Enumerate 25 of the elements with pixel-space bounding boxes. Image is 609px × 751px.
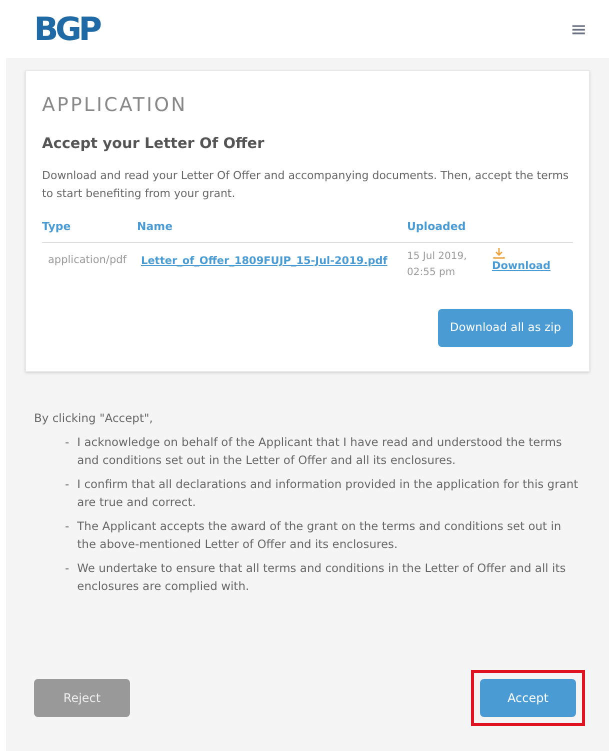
section-title: APPLICATION	[42, 93, 188, 118]
list-dash: -	[65, 434, 70, 451]
list-dash: -	[65, 560, 70, 577]
type-cell: application/pdf	[48, 254, 126, 266]
accept-button[interactable]: Accept	[480, 679, 576, 717]
description: Download and read your Letter Of Offer and accompanying documents. Then, accept the terms to start benefiting from your grant.	[42, 168, 570, 202]
term-text: I acknowledge on behalf of the Applicant that I have read and understood the terms and conditions set out in the Letter of Offer and all its enclosures.	[77, 434, 563, 469]
download-icon[interactable]	[493, 246, 505, 259]
term-text: The Applicant accepts the award of the grant on the terms and conditions set out in the above-mentioned Letter of Offer and its enclosures.	[77, 518, 562, 553]
column-header: Name	[137, 220, 173, 234]
column-header: Type	[42, 220, 71, 234]
list-dash: -	[65, 476, 70, 493]
term-text: We undertake to ensure that all terms and conditions in the Letter of Offer and all its enclosures are complied with.	[77, 560, 567, 595]
reject-button[interactable]: Reject	[34, 679, 130, 717]
terms-intro: By clicking "Accept",	[34, 410, 154, 427]
file-link[interactable]: Letter_of_Offer_1809FUJP_15-Jul-2019.pdf	[141, 254, 388, 267]
logo[interactable]: BGP	[34, 13, 100, 45]
list-dash: -	[65, 518, 70, 535]
menu-icon[interactable]: ≡	[570, 19, 587, 39]
heading: Accept your Letter Of Offer	[42, 134, 266, 154]
download-link[interactable]: Download	[492, 258, 551, 274]
download-all-button[interactable]: Download all as zip	[438, 308, 573, 347]
uploaded-cell: 15 Jul 2019, 02:55 pm	[407, 250, 467, 278]
column-header: Uploaded	[407, 220, 466, 234]
term-text: I confirm that all declarations and information provided in the application for this grant are true and correct.	[77, 476, 580, 511]
